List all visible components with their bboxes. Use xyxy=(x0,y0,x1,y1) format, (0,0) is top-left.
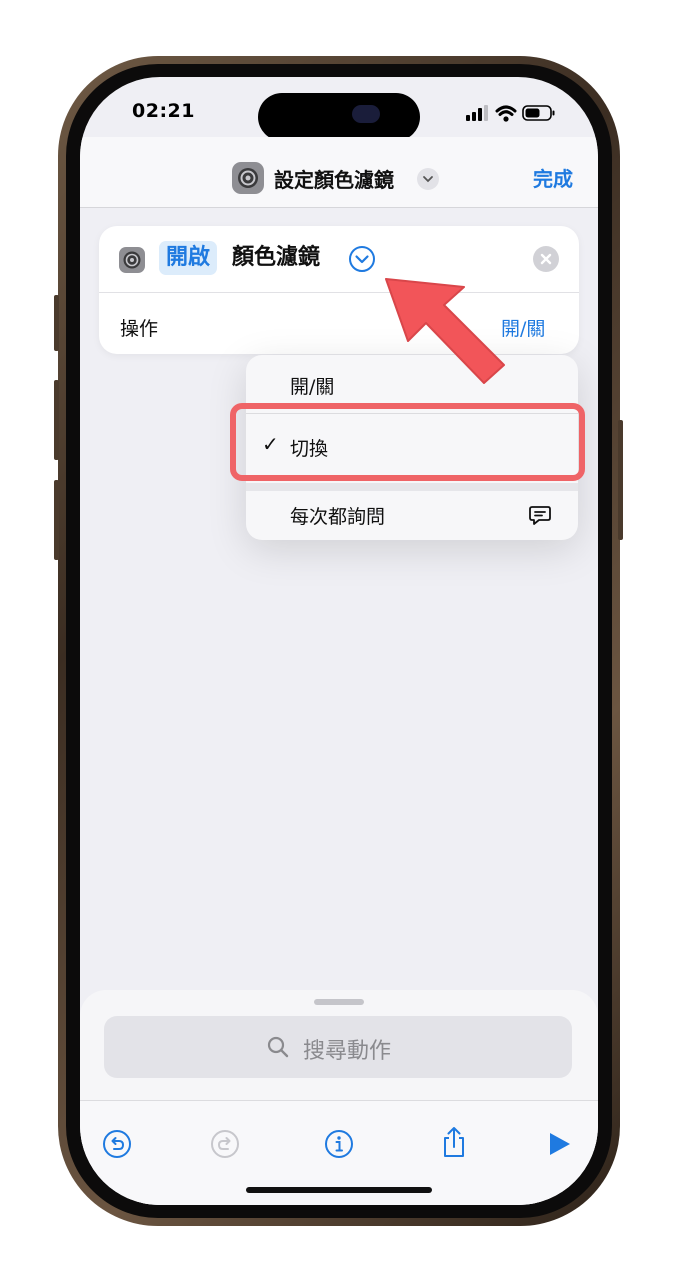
volume-down-button xyxy=(54,480,59,560)
island-indicator xyxy=(352,105,380,123)
close-icon[interactable] xyxy=(533,246,559,272)
play-icon[interactable] xyxy=(546,1131,572,1161)
dynamic-island xyxy=(258,93,420,141)
speech-bubble-icon xyxy=(528,503,552,531)
divider xyxy=(246,483,578,491)
signal-wifi-battery-icon xyxy=(466,105,555,122)
menu-item-label: 每次都詢問 xyxy=(290,506,386,528)
volume-up-button xyxy=(54,380,59,460)
redo-icon[interactable] xyxy=(210,1129,240,1163)
power-button xyxy=(618,420,623,540)
action-button xyxy=(54,295,59,351)
operation-token[interactable]: 開啟 xyxy=(159,241,218,275)
shortcut-title[interactable]: 設定顏色濾鏡 xyxy=(274,164,394,193)
share-icon[interactable] xyxy=(439,1125,469,1163)
annotation-arrow-icon xyxy=(372,265,522,399)
action-label: 顏色濾鏡 xyxy=(232,245,321,270)
menu-item-label: 開/關 xyxy=(290,376,335,398)
menu-item-ask-each-time[interactable]: 每次都詢問 xyxy=(246,491,578,540)
screen: 02:21 設定顏色濾鏡 完成 開啟 顏色濾鏡 操作 開/關 開/關 ✓ 切換 … xyxy=(80,77,598,1205)
search-field[interactable]: 搜尋動作 xyxy=(104,1016,572,1078)
info-icon[interactable] xyxy=(324,1129,354,1163)
status-icons xyxy=(464,103,560,127)
settings-icon[interactable] xyxy=(232,162,264,194)
action-drawer: 搜尋動作 xyxy=(80,990,598,1205)
highlight-box xyxy=(230,403,585,481)
parameter-label: 操作 xyxy=(120,318,159,340)
undo-icon[interactable] xyxy=(102,1129,132,1163)
status-bar: 02:21 xyxy=(80,77,598,141)
drawer-grabber[interactable] xyxy=(314,999,364,1005)
done-button[interactable]: 完成 xyxy=(533,163,573,192)
status-time: 02:21 xyxy=(132,100,195,122)
settings-icon xyxy=(119,247,145,273)
chevron-down-icon[interactable] xyxy=(417,168,439,190)
search-icon xyxy=(266,1035,290,1063)
navigation-bar: 設定顏色濾鏡 完成 xyxy=(80,137,598,208)
search-placeholder: 搜尋動作 xyxy=(303,1039,392,1064)
home-indicator[interactable] xyxy=(246,1187,432,1193)
